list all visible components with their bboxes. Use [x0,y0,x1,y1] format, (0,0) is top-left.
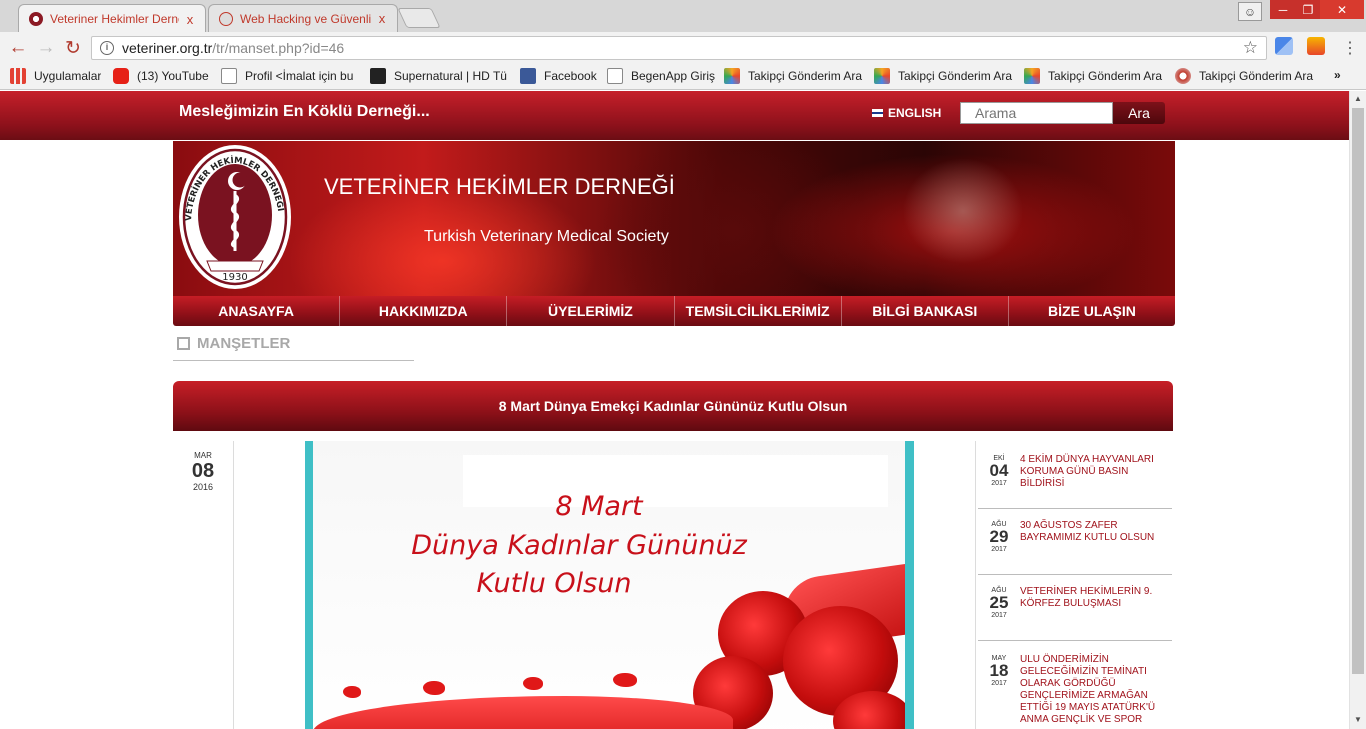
article-image: 8 Mart Dünya Kadınlar Gününüz Kutlu Olsu… [305,441,914,729]
column-divider [233,441,234,729]
tab-title: Web Hacking ve Güvenli [240,11,371,26]
apps-grid-icon [10,68,26,84]
petals [313,696,733,729]
main-nav: ANASAYFA HAKKIMIZDA ÜYELERİMİZ TEMSİLCİL… [173,296,1175,326]
news-item[interactable]: EKİ 04 2017 4 EKİM DÜNYA HAYVANLARI KORUMA… [978,443,1172,509]
close-tab-icon[interactable]: x [375,11,389,26]
tab-veteriner[interactable]: Veteriner Hekimler Derne x [18,4,206,33]
more-bookmarks-icon[interactable]: » [1334,68,1341,82]
translate-extension-icon[interactable] [1275,37,1293,55]
nav-anasayfa[interactable]: ANASAYFA [173,296,341,326]
vhd-logo-icon[interactable]: 1930 VETERİNER HEKİMLER DERNEĞİ [177,143,294,291]
site-slogan: Mesleğimizin En Köklü Derneği... [179,103,430,120]
web-page: Mesleğimizin En Köklü Derneği... ENGLISH… [0,91,1349,729]
uk-flag-icon [872,109,883,117]
article-headline: 8 Mart Dünya Emekçi Kadınlar Gününüz Kut… [173,381,1173,431]
browser-tabstrip: Veteriner Hekimler Derne x Web Hacking v… [0,0,1366,33]
bookmark-begenapp[interactable]: BegenApp Giriş [607,68,715,84]
nav-uyelerimiz[interactable]: ÜYELERİMİZ [507,296,675,326]
url-path: /tr/manset.php?id=46 [212,40,345,56]
search-button[interactable]: Ara [1113,102,1165,124]
site-favicon-icon [219,11,233,26]
new-tab-button[interactable] [397,8,441,28]
poster-line-2: Dünya Kadınlar Gününüz [411,530,747,561]
section-divider [173,360,414,361]
news-title[interactable]: ULU ÖNDERİMİZİN GELECEĞİMİZİN TEMİNATI O… [1020,654,1160,726]
bookmark-takipci-3[interactable]: Takipçi Gönderim Ara [1024,68,1164,84]
poster-line-1: 8 Mart [555,491,643,522]
minimize-icon[interactable]: ─ [1270,0,1296,19]
page-scrollbar[interactable]: ▲ ▼ [1349,91,1366,729]
column-divider [975,441,976,729]
copy-icon [177,337,190,350]
scrollbar-thumb[interactable] [1352,108,1364,674]
bookmark-profil[interactable]: Profil <İmalat için bu [221,68,359,84]
profile-icon[interactable]: ☺ [1238,2,1262,21]
article-date: MAR 08 2016 [191,451,215,492]
page-icon [221,68,237,84]
tab-web-hacking[interactable]: Web Hacking ve Güvenli x [208,4,398,32]
menu-kebab-icon[interactable]: ⋮ [1342,38,1358,58]
close-window-icon[interactable]: ✕ [1320,0,1364,19]
youtube-icon [113,68,129,84]
info-icon[interactable]: i [100,41,114,55]
restore-icon[interactable]: ❐ [1296,0,1320,19]
bookmark-apps[interactable]: Uygulamalar [10,68,101,84]
page-icon [607,68,623,84]
news-item[interactable]: MAY 18 2017 ULU ÖNDERİMİZİN GELECEĞİMİZİN … [978,643,1172,729]
bookmark-supernatural[interactable]: Supernatural | HD Tü [370,68,508,84]
bookmarks-bar: Uygulamalar (13) YouTube Profil <İmalat … [0,63,1366,90]
url-host: veteriner.org.tr [122,40,213,56]
news-title[interactable]: 30 AĞUSTOS ZAFER BAYRAMIMIZ KUTLU OLSUN [1020,520,1160,544]
nav-bize-ulasin[interactable]: BİZE ULAŞIN [1009,296,1175,326]
bookmark-takipci-4[interactable]: Takipçi Gönderim Ara [1175,68,1315,84]
search-input[interactable] [960,102,1113,124]
banner-portrait [873,151,1063,291]
bookmark-star-icon[interactable]: ☆ [1243,38,1258,58]
news-title[interactable]: VETERİNER HEKİMLERİN 9. KÖRFEZ BULUŞMASI [1020,586,1160,610]
extension-icon[interactable] [1307,37,1325,55]
site-topbar: Mesleğimizin En Köklü Derneği... ENGLISH… [0,91,1349,140]
bookmark-youtube[interactable]: (13) YouTube [113,68,213,84]
forward-arrow-icon[interactable]: → [35,37,57,59]
nav-hakkimizda[interactable]: HAKKIMIZDA [340,296,508,326]
nav-bilgi-bankasi[interactable]: BİLGİ BANKASI [842,296,1009,326]
bookmark-takipci-1[interactable]: Takipçi Gönderim Ara [724,68,864,84]
news-item[interactable]: AĞU 29 2017 30 AĞUSTOS ZAFER BAYRAMIMIZ KU… [978,509,1172,575]
reload-icon[interactable]: ↻ [62,37,84,60]
nav-temsilciliklerimiz[interactable]: TEMSİLCİLİKLERİMİZ [675,296,842,326]
site-favicon-icon [29,12,43,26]
news-item[interactable]: AĞU 25 2017 VETERİNER HEKİMLERİN 9. KÖRFEZ… [978,575,1172,641]
tab-title: Veteriner Hekimler Derne [50,12,179,26]
news-title[interactable]: 4 EKİM DÜNYA HAYVANLARI KORUMA GÜNÜ BASI… [1020,454,1160,490]
banner-subtitle: Turkish Veterinary Medical Society [424,228,669,245]
address-bar[interactable]: i veteriner.org.tr/tr/manset.php?id=46 ☆ [91,36,1267,60]
facebook-icon [520,68,536,84]
poster-card: 8 Mart Dünya Kadınlar Gününüz Kutlu Olsu… [313,441,905,729]
bookmark-facebook[interactable]: Facebook [520,68,597,84]
scroll-up-icon[interactable]: ▲ [1354,94,1362,103]
english-link[interactable]: ENGLISH [872,106,941,120]
takipci-icon [874,68,890,84]
bookmark-takipci-2[interactable]: Takipçi Gönderim Ara [874,68,1014,84]
video-icon [370,68,386,84]
section-title: MANŞETLER [177,335,290,352]
scroll-down-icon[interactable]: ▼ [1354,715,1362,724]
takipci-icon [724,68,740,84]
site-banner: 1930 VETERİNER HEKİMLER DERNEĞİ VETERİNE… [173,141,1175,296]
takipci-icon [1175,68,1191,84]
banner-title: VETERİNER HEKİMLER DERNEĞİ [324,174,675,199]
takipci-icon [1024,68,1040,84]
back-arrow-icon[interactable]: ← [7,37,29,59]
logo-year: 1930 [222,272,247,283]
close-tab-icon[interactable]: x [183,12,197,27]
